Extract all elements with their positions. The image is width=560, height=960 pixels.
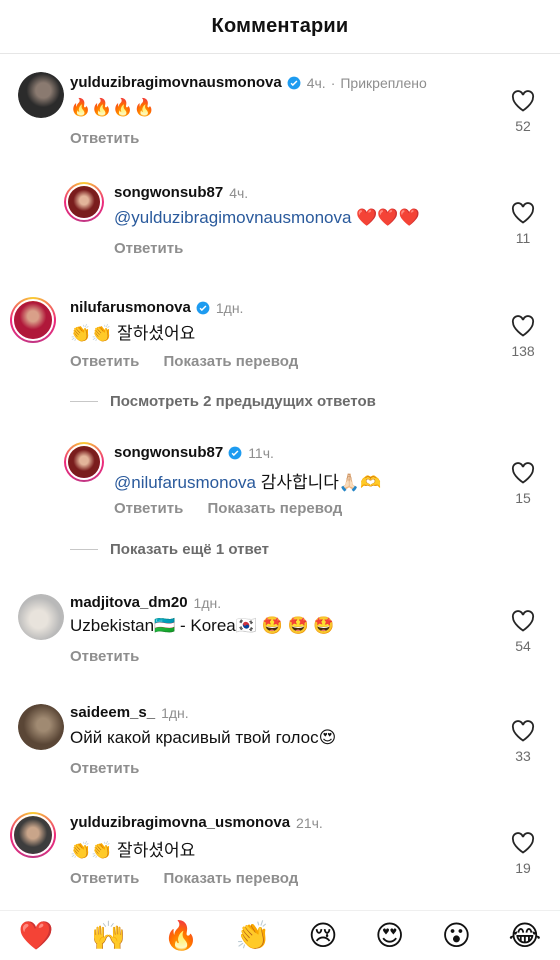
avatar[interactable] <box>10 812 56 858</box>
header: Комментарии <box>0 0 560 54</box>
like-control[interactable]: 52 <box>508 90 538 134</box>
like-count: 15 <box>515 490 531 506</box>
reply-button[interactable]: Ответить <box>70 870 139 887</box>
username[interactable]: yulduzibragimovnausmonova <box>70 74 282 91</box>
timestamp: 1дн. <box>215 299 244 316</box>
reply-button[interactable]: Ответить <box>70 130 139 147</box>
username[interactable]: yulduzibragimovna_usmonova <box>70 814 290 831</box>
avatar[interactable] <box>18 594 64 640</box>
mention-link[interactable]: @yulduzibragimovnausmonova <box>114 208 351 227</box>
comment-reply: songwonsub87 4ч. @yulduzibragimovnausmon… <box>0 180 560 270</box>
comment-text: 👏👏 잘하셨어요 <box>70 841 196 860</box>
like-count: 33 <box>515 748 531 764</box>
heart-eyes-emoji-icon[interactable]: 😍 <box>375 921 404 950</box>
like-control[interactable]: 54 <box>508 610 538 654</box>
translate-button[interactable]: Показать перевод <box>164 353 299 370</box>
like-control[interactable]: 138 <box>508 315 538 359</box>
like-count: 19 <box>515 860 531 876</box>
avatar[interactable] <box>18 72 64 118</box>
comment: yulduzibragimovnausmonova 4ч. · Прикрепл… <box>0 70 560 170</box>
comment: saideem_s_ 1дн. Ойй какой красивый твой … <box>0 700 560 790</box>
fire-emoji-icon[interactable]: 🔥 <box>164 921 199 950</box>
like-count: 54 <box>515 638 531 654</box>
username[interactable]: saideem_s_ <box>70 704 155 721</box>
comment: yulduzibragimovna_usmonova 21ч. 👏👏 잘하셨어요… <box>0 810 560 905</box>
timestamp: 21ч. <box>296 814 323 831</box>
timestamp: 11ч. <box>248 444 274 461</box>
surprised-face-emoji-icon[interactable]: 😮 <box>442 921 471 950</box>
view-previous-label[interactable]: Посмотреть 2 предыдущих ответов <box>110 393 376 410</box>
reply-button[interactable]: Ответить <box>70 760 139 777</box>
verified-badge-icon <box>287 76 301 89</box>
show-more-label[interactable]: Показать ещё 1 ответ <box>110 541 269 558</box>
reply-button[interactable]: Ответить <box>114 500 183 517</box>
username[interactable]: songwonsub87 <box>114 444 223 461</box>
show-more-replies[interactable]: Показать ещё 1 ответ <box>70 541 269 558</box>
like-control[interactable]: 33 <box>508 720 538 764</box>
timestamp: 4ч. <box>229 184 249 201</box>
comment: madjitova_dm20 1дн. Uzbekistan🇺🇿 - Korea… <box>0 590 560 680</box>
crying-face-emoji-icon[interactable]: 😢 <box>308 921 337 950</box>
divider-line <box>70 401 98 402</box>
red-heart-emoji-icon[interactable]: ❤️ <box>19 921 54 950</box>
translate-button[interactable]: Показать перевод <box>208 500 343 517</box>
comment-text: @yulduzibragimovnausmonova ❤️❤️❤️ <box>114 208 420 228</box>
comment: nilufarusmonova 1дн. 👏👏 잘하셨어요 Ответить П… <box>0 295 560 385</box>
like-count: 52 <box>515 118 531 134</box>
username[interactable]: madjitova_dm20 <box>70 594 188 611</box>
separator: · <box>330 74 336 91</box>
heart-icon[interactable] <box>511 610 535 632</box>
verified-badge-icon <box>228 446 242 459</box>
heart-icon[interactable] <box>511 720 535 742</box>
reply-button[interactable]: Ответить <box>114 240 183 257</box>
timestamp: 1дн. <box>161 704 189 721</box>
page-title: Комментарии <box>211 15 349 37</box>
comment-body: 감사합니다🙏🏻🫶 <box>256 473 382 492</box>
timestamp: 4ч. <box>306 74 326 91</box>
heart-icon[interactable] <box>511 315 535 337</box>
verified-badge-icon <box>196 301 210 314</box>
mention-link[interactable]: @nilufarusmonova <box>114 473 256 492</box>
like-control[interactable]: 19 <box>508 832 538 876</box>
reaction-bar: ❤️ 🙌 🔥 👏 😢 😍 😮 😂 <box>0 910 560 960</box>
comment-reply: songwonsub87 11ч. @nilufarusmonova 감사합니다… <box>0 440 560 530</box>
pinned-label: Прикреплено <box>340 74 427 91</box>
view-previous-replies[interactable]: Посмотреть 2 предыдущих ответов <box>70 393 376 410</box>
like-control[interactable]: 11 <box>508 202 538 246</box>
avatar[interactable] <box>64 442 104 482</box>
heart-icon[interactable] <box>511 832 535 854</box>
heart-icon[interactable] <box>511 90 535 112</box>
comment-text: Uzbekistan🇺🇿 - Korea🇰🇷 🤩 🤩 🤩 <box>70 616 335 635</box>
comment-text: @nilufarusmonova 감사합니다🙏🏻🫶 <box>114 468 381 493</box>
reply-button[interactable]: Ответить <box>70 648 139 665</box>
comment-text: 🔥🔥🔥🔥 <box>70 98 155 117</box>
timestamp: 1дн. <box>193 594 222 611</box>
reply-button[interactable]: Ответить <box>70 353 139 370</box>
laughing-tears-emoji-icon[interactable]: 😂 <box>508 921 541 950</box>
avatar[interactable] <box>10 297 56 343</box>
divider-line <box>70 549 98 550</box>
like-count: 11 <box>515 230 531 246</box>
avatar[interactable] <box>18 704 64 750</box>
clapping-hands-emoji-icon[interactable]: 👏 <box>236 921 271 950</box>
heart-icon[interactable] <box>511 462 535 484</box>
username[interactable]: songwonsub87 <box>114 184 223 201</box>
username[interactable]: nilufarusmonova <box>70 299 191 316</box>
comment-text: 👏👏 잘하셨어요 <box>70 324 196 343</box>
comment-body: ❤️❤️❤️ <box>351 208 420 227</box>
comment-text: Ойй какой красивый твой голос😍 <box>70 728 337 747</box>
like-control[interactable]: 15 <box>508 462 538 506</box>
translate-button[interactable]: Показать перевод <box>164 870 299 887</box>
like-count: 138 <box>511 343 535 359</box>
raising-hands-emoji-icon[interactable]: 🙌 <box>91 921 126 950</box>
heart-icon[interactable] <box>511 202 535 224</box>
avatar[interactable] <box>64 182 104 222</box>
